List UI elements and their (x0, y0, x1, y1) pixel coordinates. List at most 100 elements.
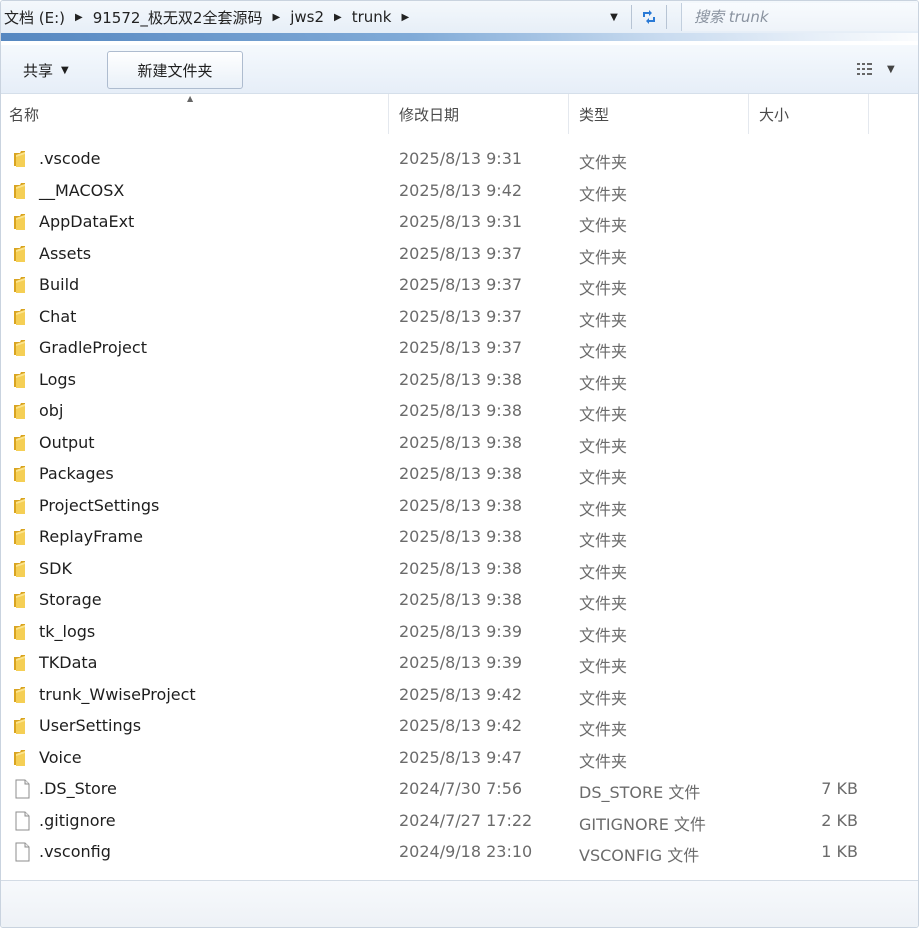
new-folder-button[interactable]: 新建文件夹 (107, 51, 243, 89)
file-row[interactable]: Packages 2025/8/13 9:38 文件夹 (1, 459, 918, 491)
file-type: 文件夹 (579, 373, 628, 393)
file-row[interactable]: .gitignore 2024/7/27 17:22 GITIGNORE 文件 2 K… (1, 806, 918, 838)
file-modified-date: 2025/8/13 9:38 (399, 590, 523, 609)
column-header-size[interactable]: 大小 (749, 94, 869, 134)
file-type: 文件夹 (579, 625, 628, 645)
file-name: ProjectSettings (39, 495, 160, 515)
file-name: Output (39, 432, 95, 452)
folder-icon (12, 149, 32, 169)
file-row[interactable]: GradleProject 2025/8/13 9:37 文件夹 (1, 333, 918, 365)
file-modified-date: 2024/7/27 17:22 (399, 810, 533, 830)
breadcrumb[interactable]: 文档 (E:) ▶ 91572_极无双2全套源码 ▶ jws2 ▶ trunk … (1, 1, 629, 33)
file-type: 文件夹 (579, 279, 628, 298)
file-type: 文件夹 (579, 216, 628, 235)
share-button[interactable]: 共享 ▼ (23, 57, 69, 83)
column-header-type[interactable]: 类型 (569, 94, 749, 134)
file-type: 文件夹 (579, 688, 628, 708)
folder-icon (12, 370, 32, 390)
file-row[interactable]: .vsconfig 2024/9/18 23:10 VSCONFIG 文件 1 KB (1, 837, 918, 869)
folder-icon (12, 559, 32, 579)
file-row[interactable]: Output 2025/8/13 9:38 文件夹 (1, 428, 918, 460)
search-box[interactable] (681, 3, 918, 31)
file-row[interactable]: tk_logs 2025/8/13 9:39 文件夹 (1, 617, 918, 649)
chevron-right-icon[interactable]: ▶ (264, 12, 284, 23)
file-row[interactable]: AppDataExt 2025/8/13 9:31 文件夹 (1, 207, 918, 239)
column-header-name[interactable]: 名称 (1, 94, 389, 134)
file-row[interactable]: Storage 2025/8/13 9:38 文件夹 (1, 585, 918, 617)
file-type: 文件夹 (579, 720, 628, 739)
folder-icon (12, 307, 32, 327)
file-type: 文件夹 (579, 594, 628, 613)
file-modified-date: 2025/8/13 9:42 (399, 716, 523, 735)
file-row[interactable]: Build 2025/8/13 9:37 文件夹 (1, 270, 918, 302)
file-row[interactable]: .vscode 2025/8/13 9:31 文件夹 (1, 144, 918, 176)
file-row[interactable]: ReplayFrame 2025/8/13 9:38 文件夹 (1, 522, 918, 554)
file-row[interactable]: TKData 2025/8/13 9:39 文件夹 (1, 648, 918, 680)
file-modified-date: 2025/8/13 9:38 (399, 495, 523, 515)
file-row[interactable]: Chat 2025/8/13 9:37 文件夹 (1, 302, 918, 334)
address-history-dropdown[interactable]: ▼ (605, 7, 623, 27)
file-type: VSCONFIG 文件 (579, 846, 700, 865)
file-row[interactable]: UserSettings 2025/8/13 9:42 文件夹 (1, 711, 918, 743)
file-type: 文件夹 (579, 436, 628, 456)
file-row[interactable]: __MACOSX 2025/8/13 9:42 文件夹 (1, 176, 918, 208)
file-name: GradleProject (39, 338, 147, 357)
refresh-icon (643, 10, 655, 24)
folder-icon (12, 653, 32, 673)
file-type: 文件夹 (579, 342, 628, 361)
file-name: tk_logs (39, 621, 96, 641)
file-type: 文件夹 (579, 499, 628, 519)
crumb-jws2[interactable]: jws2 (284, 8, 326, 26)
folder-icon (12, 464, 32, 484)
file-row[interactable]: Logs 2025/8/13 9:38 文件夹 (1, 365, 918, 397)
file-name: UserSettings (39, 716, 142, 735)
caret-down-icon: ▼ (61, 64, 69, 76)
file-type: GITIGNORE 文件 (579, 814, 706, 834)
file-modified-date: 2025/8/13 9:42 (399, 684, 523, 704)
folder-icon (12, 212, 32, 232)
file-name: Voice (39, 747, 82, 767)
file-modified-date: 2025/8/13 9:38 (399, 464, 523, 483)
file-row[interactable]: .DS_Store 2024/7/30 7:56 DS_STORE 文件 7 KB (1, 774, 918, 806)
file-modified-date: 2025/8/13 9:38 (399, 401, 523, 420)
folder-icon (12, 181, 32, 201)
file-row[interactable]: Voice 2025/8/13 9:47 文件夹 (1, 743, 918, 775)
file-modified-date: 2025/8/13 9:38 (399, 527, 523, 546)
chevron-right-icon[interactable]: ▶ (326, 12, 346, 23)
chevron-right-icon[interactable]: ▶ (393, 12, 413, 23)
folder-icon (12, 622, 32, 642)
crumb-trunk[interactable]: trunk (346, 8, 394, 26)
file-type: 文件夹 (579, 405, 628, 424)
search-input[interactable] (682, 3, 914, 31)
folder-icon (12, 685, 32, 705)
refresh-button[interactable] (631, 5, 667, 29)
folder-icon (12, 748, 32, 768)
file-type: 文件夹 (579, 531, 628, 550)
address-bar: 文档 (E:) ▶ 91572_极无双2全套源码 ▶ jws2 ▶ trunk … (1, 1, 918, 41)
column-header-date[interactable]: 修改日期 (389, 94, 569, 134)
file-modified-date: 2025/8/13 9:39 (399, 653, 523, 672)
file-size: 2 KB (821, 810, 858, 830)
chevron-right-icon[interactable]: ▶ (67, 12, 87, 23)
file-size: 7 KB (821, 779, 858, 798)
file-name: Storage (39, 590, 102, 609)
folder-icon (12, 590, 32, 610)
crumb-project[interactable]: 91572_极无双2全套源码 (87, 7, 265, 28)
file-type: 文件夹 (579, 468, 628, 487)
file-icon (12, 842, 32, 862)
file-row[interactable]: ProjectSettings 2025/8/13 9:38 文件夹 (1, 491, 918, 523)
file-name: Chat (39, 306, 77, 326)
file-type: 文件夹 (579, 657, 628, 676)
view-options-button[interactable]: ▼ (857, 59, 895, 79)
file-row[interactable]: SDK 2025/8/13 9:38 文件夹 (1, 554, 918, 586)
file-row[interactable]: trunk_WwiseProject 2025/8/13 9:42 文件夹 (1, 680, 918, 712)
file-row[interactable]: obj 2025/8/13 9:38 文件夹 (1, 396, 918, 428)
file-modified-date: 2024/7/30 7:56 (399, 779, 523, 798)
file-row[interactable]: Assets 2025/8/13 9:37 文件夹 (1, 239, 918, 271)
file-modified-date: 2025/8/13 9:47 (399, 747, 523, 767)
crumb-drive[interactable]: 文档 (E:) (1, 7, 67, 28)
file-type: 文件夹 (579, 184, 628, 204)
share-label: 共享 (23, 61, 54, 80)
file-icon (12, 811, 32, 831)
file-name: .DS_Store (39, 779, 117, 798)
